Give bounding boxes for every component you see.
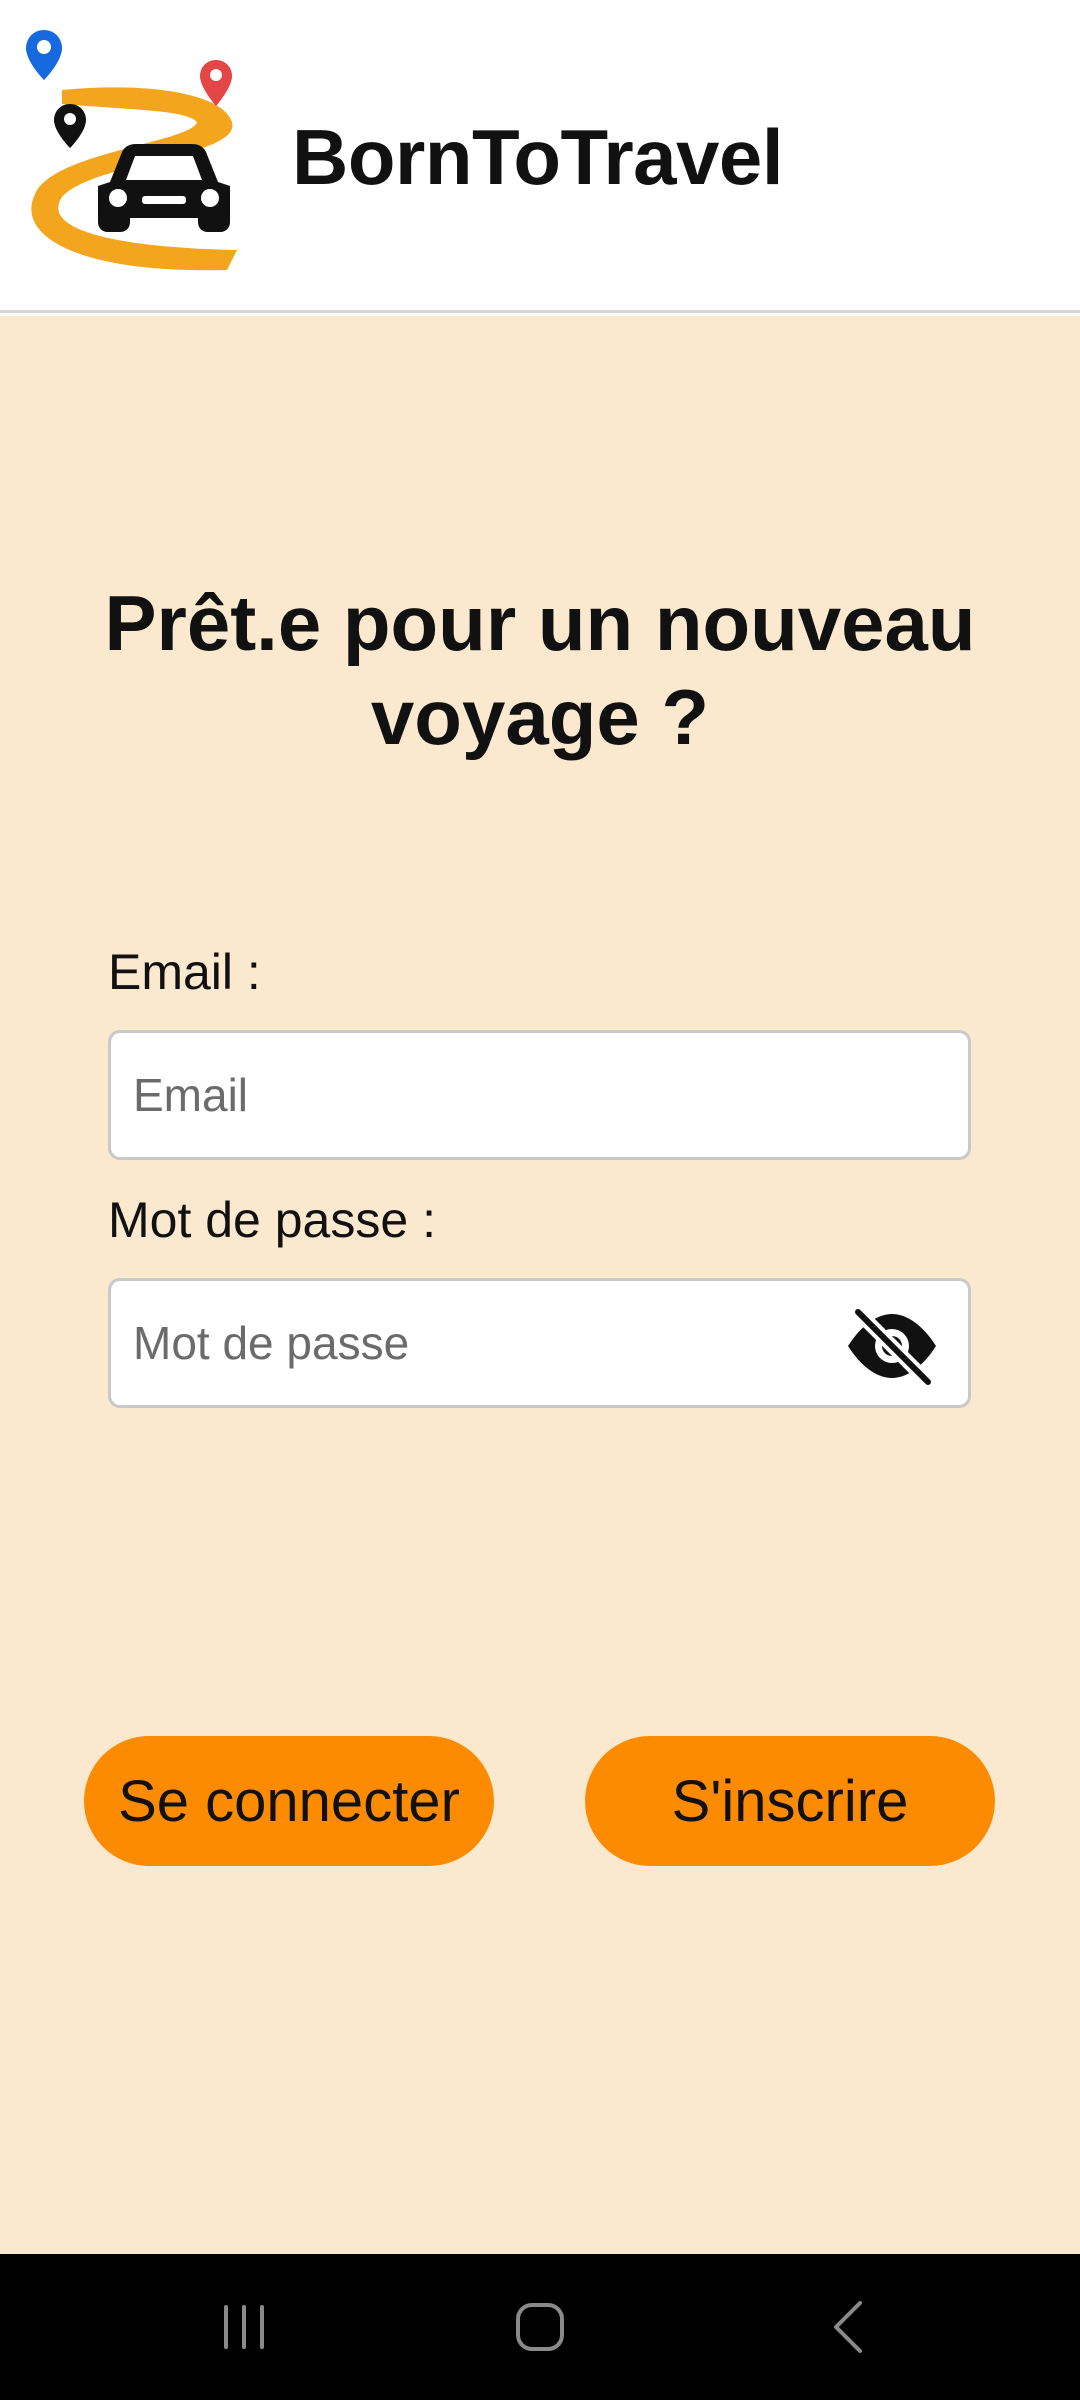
email-label: Email : (108, 944, 261, 1000)
password-field-container (108, 1278, 971, 1408)
recent-apps-button[interactable] (144, 2254, 344, 2400)
eye-slash-icon[interactable] (844, 1306, 940, 1386)
login-screen: Prêt.e pour un nouveau voyage ? Email : … (0, 316, 1080, 2254)
home-icon (516, 2303, 564, 2351)
page-title: Prêt.e pour un nouveau voyage ? (104, 579, 976, 761)
login-button[interactable]: Se connecter (84, 1736, 494, 1866)
back-button[interactable] (750, 2254, 950, 2400)
recent-apps-icon (224, 2305, 264, 2349)
road-car-logo-icon (26, 30, 237, 271)
email-field-container (108, 1030, 971, 1160)
home-button[interactable] (440, 2254, 640, 2400)
back-icon (834, 2301, 862, 2353)
system-navigation-bar (0, 2254, 1080, 2400)
app-title: BornToTravel (292, 113, 783, 201)
password-label: Mot de passe : (108, 1192, 436, 1248)
password-field[interactable] (111, 1281, 968, 1405)
register-button[interactable]: S'inscrire (585, 1736, 995, 1866)
app-header: BornToTravel (0, 0, 1080, 313)
email-field[interactable] (111, 1033, 968, 1157)
